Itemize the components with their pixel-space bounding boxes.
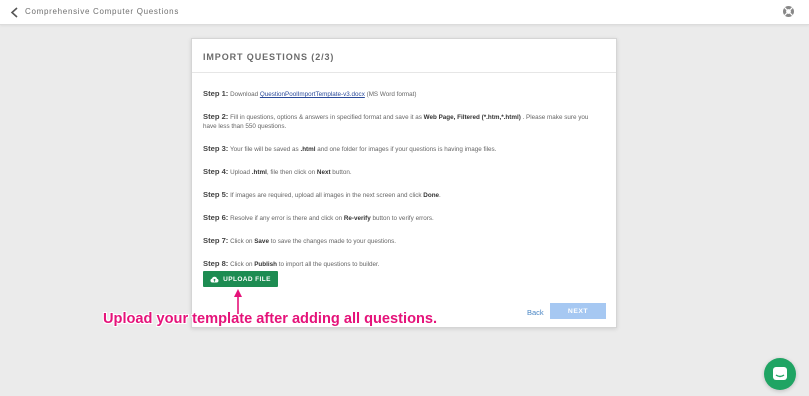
step-6: Step 6: Resolve if any error is there an… bbox=[203, 213, 434, 222]
back-link[interactable]: Back bbox=[527, 308, 544, 317]
step-1: Step 1: Download QuestionPoolImportTempl… bbox=[203, 89, 417, 98]
steps-list: Step 1: Download QuestionPoolImportTempl… bbox=[203, 89, 603, 282]
step-7: Step 7: Click on Save to save the change… bbox=[203, 236, 397, 245]
step-3: Step 3: Your file will be saved as .html… bbox=[203, 144, 497, 153]
chat-button[interactable] bbox=[764, 358, 796, 390]
upload-file-button[interactable]: UPLOAD FILE bbox=[203, 271, 278, 287]
chat-icon bbox=[773, 367, 787, 380]
app-title: Comprehensive Computer Questions bbox=[25, 7, 180, 16]
step-5: Step 5: If images are required, upload a… bbox=[203, 190, 441, 199]
import-questions-dialog: IMPORT QUESTIONS (2/3) Step 1: Download … bbox=[191, 38, 617, 328]
step-4: Step 4: Upload .html, file then click on… bbox=[203, 167, 352, 176]
dialog-header: IMPORT QUESTIONS (2/3) bbox=[192, 39, 616, 73]
annotation-text: Upload your template after adding all qu… bbox=[103, 311, 438, 327]
lifebuoy-icon[interactable] bbox=[782, 5, 795, 18]
cloud-upload-icon bbox=[210, 276, 219, 282]
step-2: Step 2: Fill in questions, options & ans… bbox=[203, 112, 589, 130]
template-download-link[interactable]: QuestionPoolImportTemplate-v3.docx bbox=[260, 91, 365, 98]
dialog-title: IMPORT QUESTIONS (2/3) bbox=[203, 52, 335, 62]
chevron-left-icon[interactable] bbox=[9, 6, 21, 19]
top-bar: Comprehensive Computer Questions bbox=[0, 0, 809, 25]
step-8: Step 8: Click on Publish to import all t… bbox=[203, 259, 380, 268]
next-button[interactable]: NEXT bbox=[550, 303, 606, 319]
